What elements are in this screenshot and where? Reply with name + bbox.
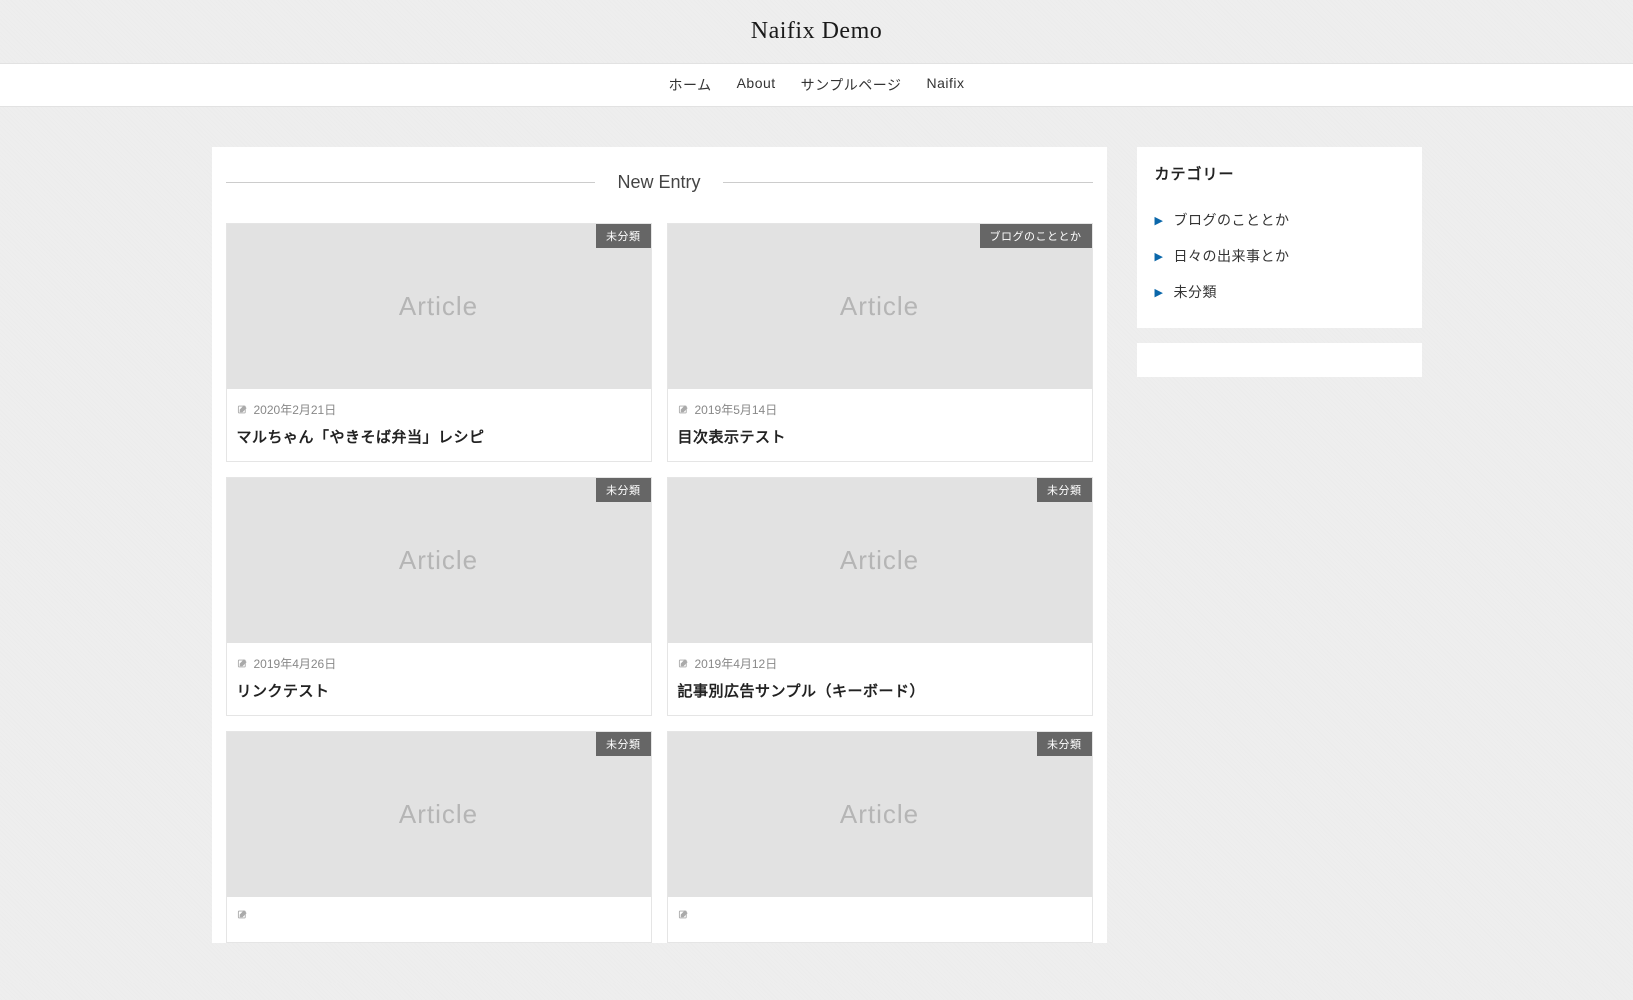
- caret-right-icon: ▶: [1155, 286, 1164, 299]
- divider-right: [723, 182, 1093, 183]
- post-date-row: [678, 909, 1082, 920]
- nav-item-home[interactable]: ホーム: [668, 75, 711, 95]
- edit-icon: [237, 909, 248, 920]
- post-card[interactable]: Article 未分類: [667, 731, 1093, 943]
- thumb-placeholder: Article: [399, 291, 478, 322]
- thumb-placeholder: Article: [840, 545, 919, 576]
- category-badge[interactable]: 未分類: [1037, 478, 1092, 502]
- edit-icon: [678, 404, 689, 415]
- post-title: マルちゃん「やきそば弁当」レシピ: [237, 426, 641, 447]
- post-card[interactable]: Article 未分類: [226, 731, 652, 943]
- category-badge[interactable]: 未分類: [1037, 732, 1092, 756]
- post-thumb: Article 未分類: [227, 478, 651, 643]
- post-card[interactable]: Article 未分類 2019年4月26日 リンクテスト: [226, 477, 652, 716]
- thumb-placeholder: Article: [399, 545, 478, 576]
- category-badge[interactable]: ブログのこととか: [980, 224, 1092, 248]
- post-date-row: 2019年4月12日: [678, 655, 1082, 672]
- post-thumb: Article 未分類: [668, 478, 1092, 643]
- post-date-row: 2019年5月14日: [678, 401, 1082, 418]
- nav-item-about[interactable]: About: [737, 75, 776, 95]
- main-content: New Entry Article 未分類 2020年2月21日 マル: [212, 147, 1107, 943]
- edit-icon: [237, 658, 248, 669]
- post-date-row: 2020年2月21日: [237, 401, 641, 418]
- post-date-row: [237, 909, 641, 920]
- thumb-placeholder: Article: [399, 799, 478, 830]
- post-title: 記事別広告サンプル（キーボード）: [678, 680, 1082, 701]
- category-widget: カテゴリー ▶ ブログのこととか ▶ 日々の出来事とか ▶ 未分類: [1137, 147, 1422, 328]
- post-thumb: Article 未分類: [227, 224, 651, 389]
- post-date: 2019年5月14日: [695, 401, 778, 418]
- post-card[interactable]: Article ブログのこととか 2019年5月14日 目次表示テスト: [667, 223, 1093, 462]
- caret-right-icon: ▶: [1155, 250, 1164, 263]
- nav-item-sample-page[interactable]: サンプルページ: [801, 75, 902, 95]
- post-card[interactable]: Article 未分類 2020年2月21日 マルちゃん「やきそば弁当」レシピ: [226, 223, 652, 462]
- widget-title: カテゴリー: [1155, 163, 1404, 184]
- category-list: ▶ ブログのこととか ▶ 日々の出来事とか ▶ 未分類: [1155, 202, 1404, 310]
- section-title: New Entry: [595, 172, 722, 193]
- category-item-blog[interactable]: ▶ ブログのこととか: [1155, 202, 1404, 238]
- post-card[interactable]: Article 未分類 2019年4月12日 記事別広告サンプル（キーボード）: [667, 477, 1093, 716]
- post-date: 2019年4月12日: [695, 655, 778, 672]
- empty-widget: [1137, 343, 1422, 377]
- post-grid: Article 未分類 2020年2月21日 マルちゃん「やきそば弁当」レシピ: [212, 223, 1107, 943]
- category-badge[interactable]: 未分類: [596, 224, 651, 248]
- post-title: リンクテスト: [237, 680, 641, 701]
- category-badge[interactable]: 未分類: [596, 478, 651, 502]
- category-item-uncategorized[interactable]: ▶ 未分類: [1155, 274, 1404, 310]
- category-label: ブログのこととか: [1173, 210, 1289, 230]
- site-title[interactable]: Naifix Demo: [0, 18, 1633, 45]
- site-header: Naifix Demo: [0, 0, 1633, 63]
- divider-left: [226, 182, 596, 183]
- edit-icon: [237, 404, 248, 415]
- post-date: 2019年4月26日: [254, 655, 337, 672]
- post-date-row: 2019年4月26日: [237, 655, 641, 672]
- category-badge[interactable]: 未分類: [596, 732, 651, 756]
- post-thumb: Article 未分類: [227, 732, 651, 897]
- section-heading: New Entry: [226, 172, 1093, 193]
- nav-item-naifix[interactable]: Naifix: [926, 75, 964, 95]
- post-date: 2020年2月21日: [254, 401, 337, 418]
- edit-icon: [678, 909, 689, 920]
- thumb-placeholder: Article: [840, 799, 919, 830]
- post-thumb: Article 未分類: [668, 732, 1092, 897]
- category-label: 未分類: [1173, 282, 1217, 302]
- thumb-placeholder: Article: [840, 291, 919, 322]
- edit-icon: [678, 658, 689, 669]
- sidebar: カテゴリー ▶ ブログのこととか ▶ 日々の出来事とか ▶ 未分類: [1137, 147, 1422, 943]
- caret-right-icon: ▶: [1155, 214, 1164, 227]
- category-item-daily[interactable]: ▶ 日々の出来事とか: [1155, 238, 1404, 274]
- main-nav: ホーム About サンプルページ Naifix: [0, 63, 1633, 107]
- post-title: 目次表示テスト: [678, 426, 1082, 447]
- category-label: 日々の出来事とか: [1173, 246, 1289, 266]
- post-thumb: Article ブログのこととか: [668, 224, 1092, 389]
